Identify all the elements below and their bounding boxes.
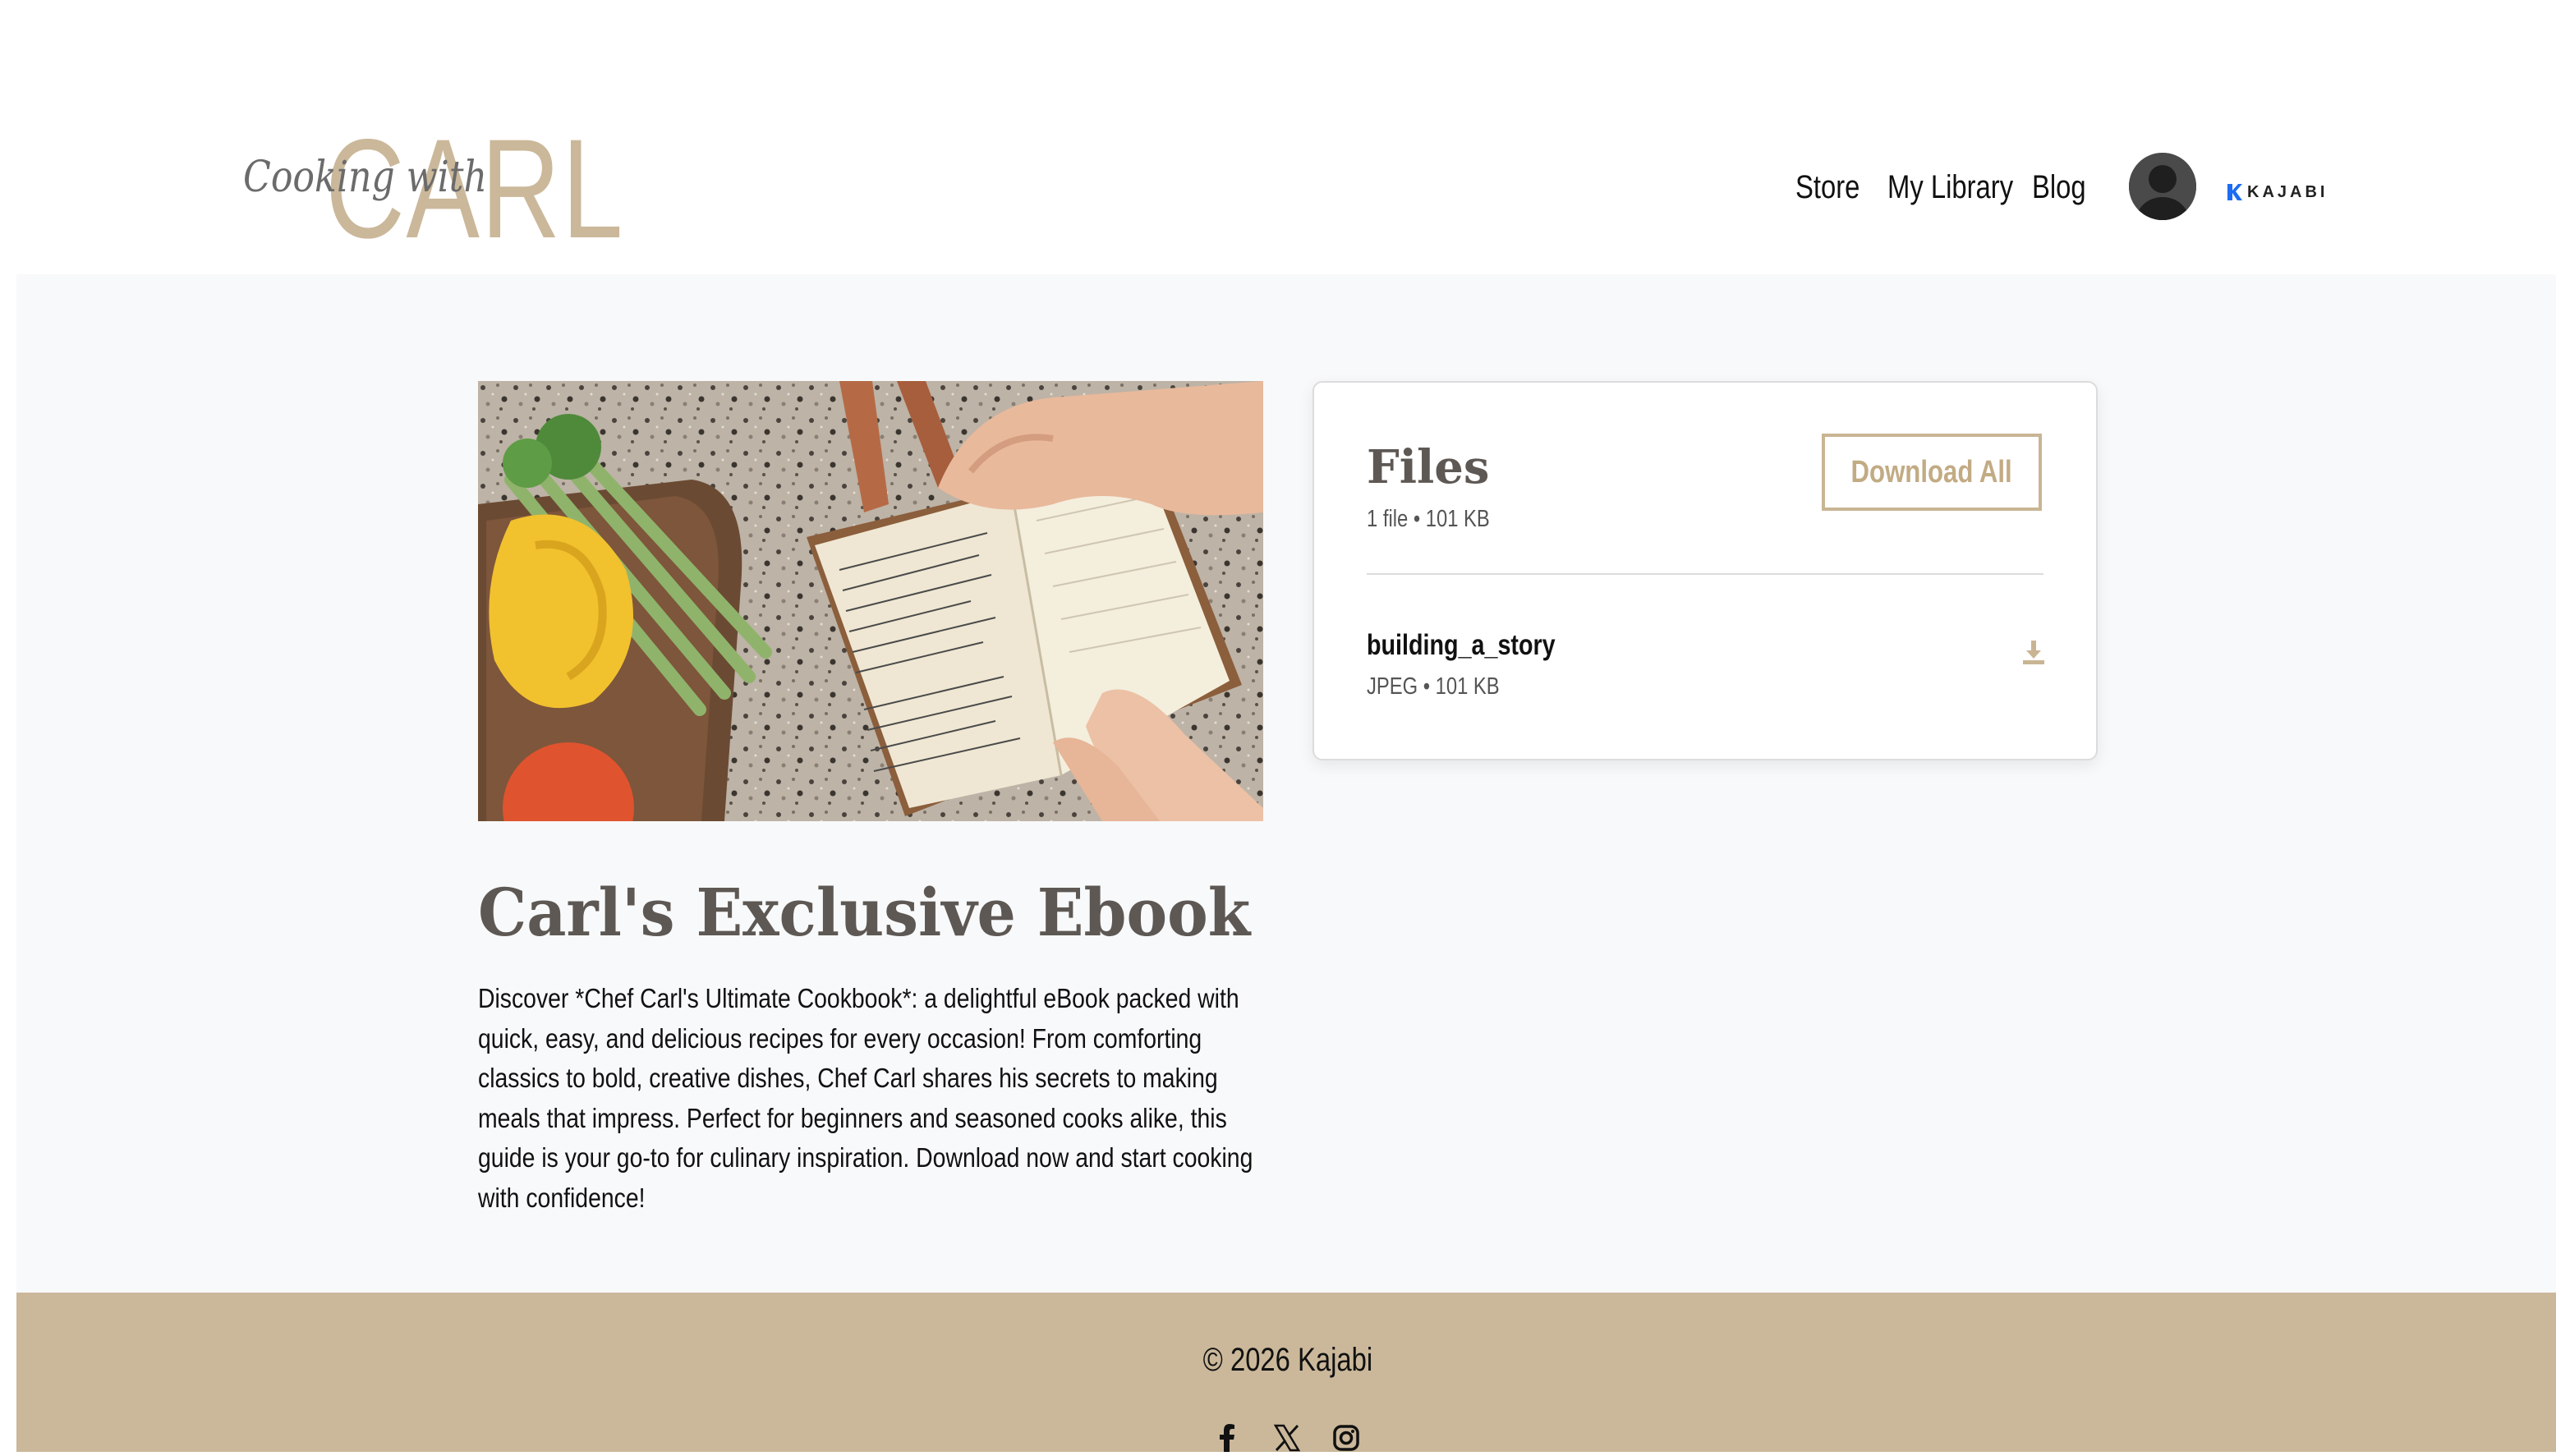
file-meta: JPEG • 101 KB [1367, 673, 1500, 700]
user-avatar-icon[interactable] [2129, 153, 2196, 220]
cooking-notebook-image [478, 381, 1263, 821]
copyright-text: © 2026 Kajabi [1202, 1342, 1373, 1378]
download-all-label: Download All [1850, 454, 2013, 489]
download-all-button[interactable]: Download All [1822, 434, 2042, 511]
nav-store-link[interactable]: Store [1795, 164, 1860, 210]
file-name-link[interactable]: building_a_story [1367, 629, 1556, 662]
product-title: Carl's Exclusive Ebook [478, 874, 1251, 951]
site-header: CARL Cooking with Store My Library Blog … [0, 0, 2556, 274]
instagram-icon[interactable] [1332, 1424, 1360, 1452]
files-summary: 1 file • 101 KB [1367, 506, 1490, 532]
files-card: Files 1 file • 101 KB Download All build… [1312, 381, 2098, 760]
files-title: Files [1367, 440, 1490, 494]
facebook-icon[interactable] [1214, 1424, 1242, 1452]
divider [1367, 573, 2043, 575]
site-logo[interactable]: CARL Cooking with [243, 115, 623, 263]
x-icon[interactable] [1273, 1424, 1301, 1452]
logo-script-text: Cooking with [243, 153, 487, 202]
download-icon[interactable] [2019, 637, 2048, 667]
nav-my-library-link[interactable]: My Library [1887, 164, 2013, 210]
kajabi-logo-icon [2227, 184, 2242, 200]
kajabi-badge[interactable]: KAJABI [2227, 182, 2328, 202]
kajabi-label: KAJABI [2247, 182, 2328, 201]
site-footer: © 2026 Kajabi [16, 1293, 2556, 1452]
product-image [478, 381, 1263, 821]
product-main: Carl's Exclusive Ebook Discover *Chef Ca… [16, 274, 2556, 1293]
product-description: Discover *Chef Carl's Ultimate Cookbook*… [478, 983, 1253, 1213]
nav-blog-link[interactable]: Blog [2032, 164, 2086, 210]
